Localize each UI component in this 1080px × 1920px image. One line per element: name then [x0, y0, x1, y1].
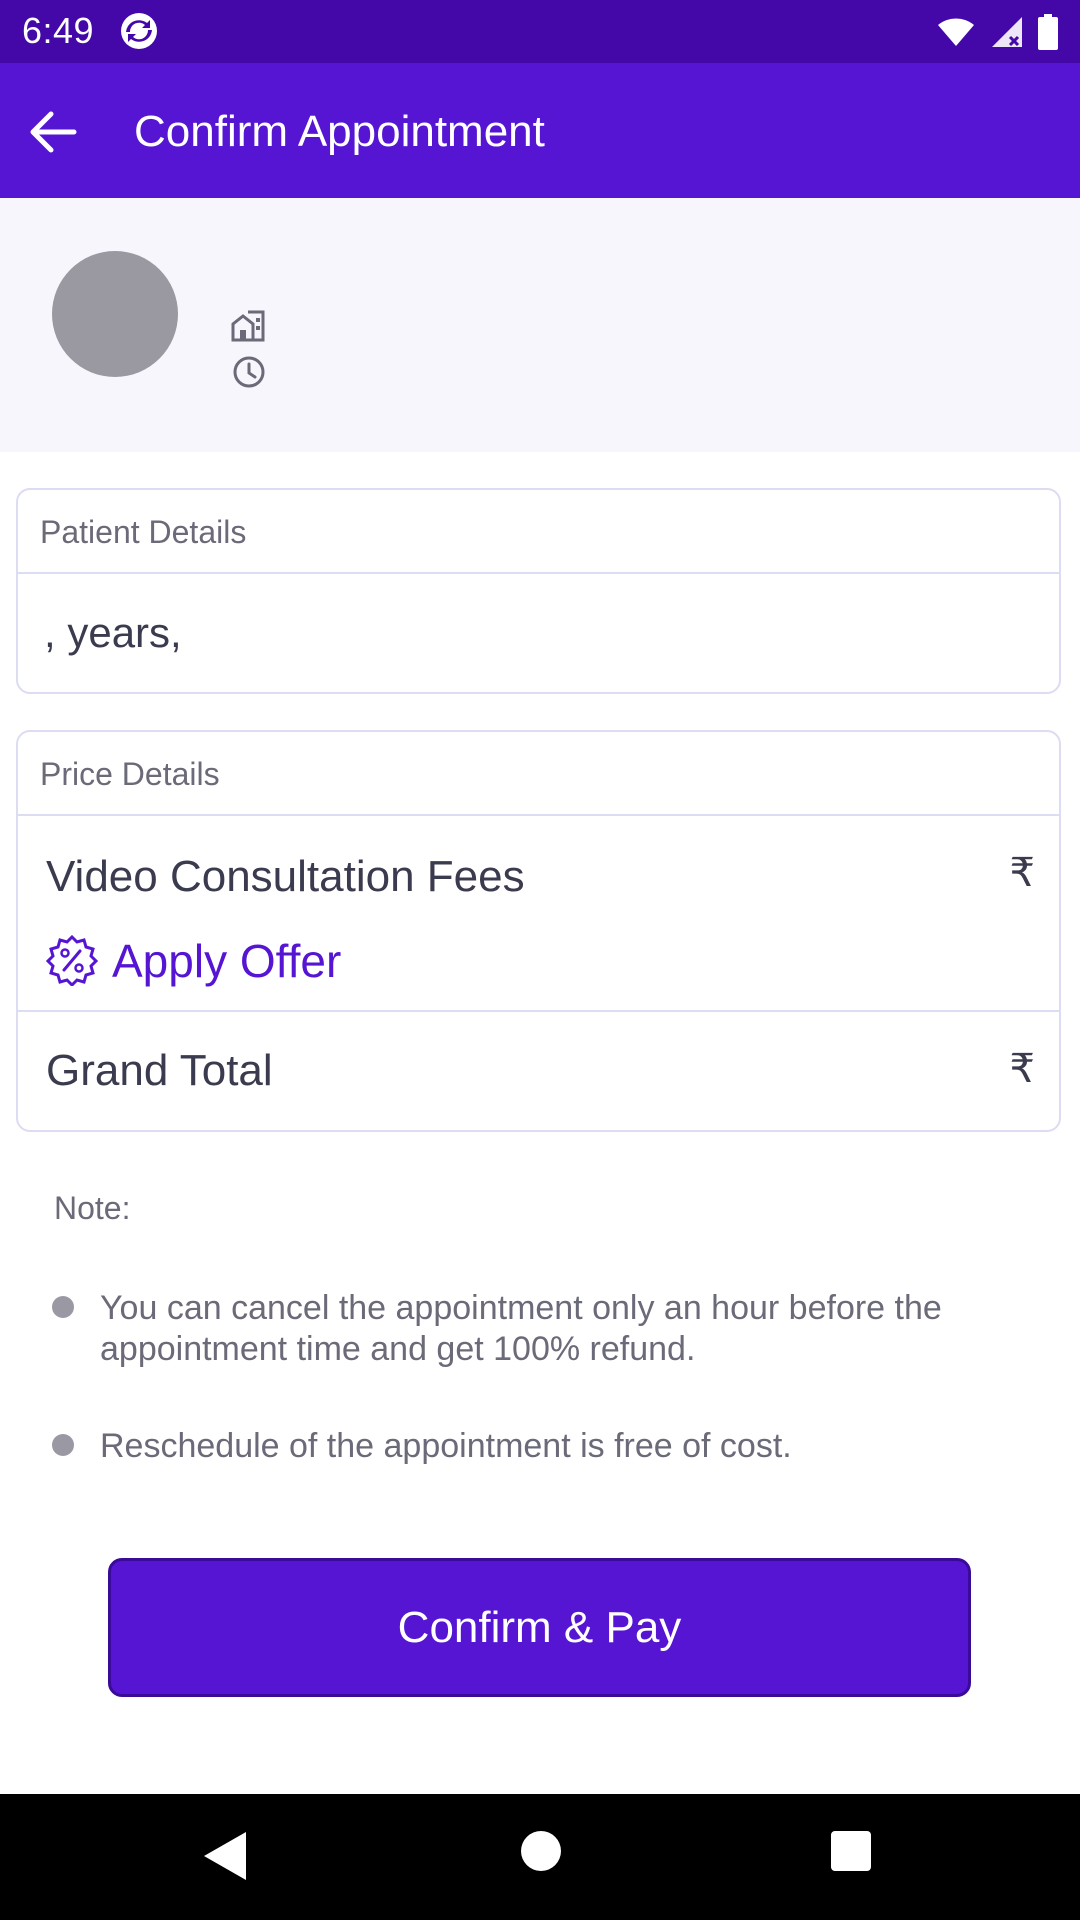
- consultation-fee-label: Video Consultation Fees: [46, 852, 525, 901]
- wifi-icon: [938, 18, 974, 46]
- status-bar: 6:49: [0, 0, 1080, 63]
- clock-icon: [233, 356, 265, 388]
- patient-details-card: Patient Details , years,: [16, 488, 1061, 694]
- clinic-icon: [231, 310, 265, 342]
- sync-app-icon: [121, 13, 157, 49]
- price-details-card: Price Details Video Consultation Fees ₹ …: [16, 730, 1061, 1132]
- note-bullet: [52, 1296, 74, 1318]
- patient-summary: , years,: [44, 609, 182, 656]
- page-title: Confirm Appointment: [134, 107, 545, 156]
- confirm-pay-button[interactable]: Confirm & Pay: [108, 1558, 971, 1697]
- doctor-avatar: [52, 251, 178, 377]
- nav-recents-icon[interactable]: [831, 1831, 871, 1871]
- nav-back-icon[interactable]: [202, 1830, 248, 1882]
- battery-icon: [1038, 14, 1058, 50]
- offer-percent-icon[interactable]: [46, 934, 98, 986]
- apply-offer-link[interactable]: Apply Offer: [112, 934, 341, 988]
- note-item: You can cancel the appointment only an h…: [100, 1289, 942, 1368]
- system-nav-bar: [0, 1794, 1080, 1920]
- back-arrow-icon[interactable]: [24, 103, 82, 161]
- grand-total-amount: ₹: [1009, 1047, 1035, 1091]
- note-title: Note:: [54, 1190, 131, 1226]
- grand-total-row: Grand Total ₹: [18, 1012, 1059, 1127]
- patient-details-header: Patient Details: [18, 490, 1059, 574]
- status-time: 6:49: [22, 10, 95, 51]
- note-item: Reschedule of the appointment is free of…: [100, 1427, 792, 1465]
- doctor-info-panel: [0, 198, 1080, 452]
- status-icons: [936, 12, 1058, 52]
- price-details-header: Price Details: [18, 732, 1059, 816]
- consultation-fee-amount: ₹: [1009, 851, 1035, 895]
- consultation-fee-row: Video Consultation Fees ₹ Apply Offer: [18, 816, 1059, 1012]
- note-bullet: [52, 1434, 74, 1456]
- grand-total-label: Grand Total: [46, 1046, 273, 1095]
- nav-home-icon[interactable]: [521, 1831, 561, 1871]
- signal-icon: [992, 17, 1022, 47]
- app-bar: Confirm Appointment: [0, 63, 1080, 198]
